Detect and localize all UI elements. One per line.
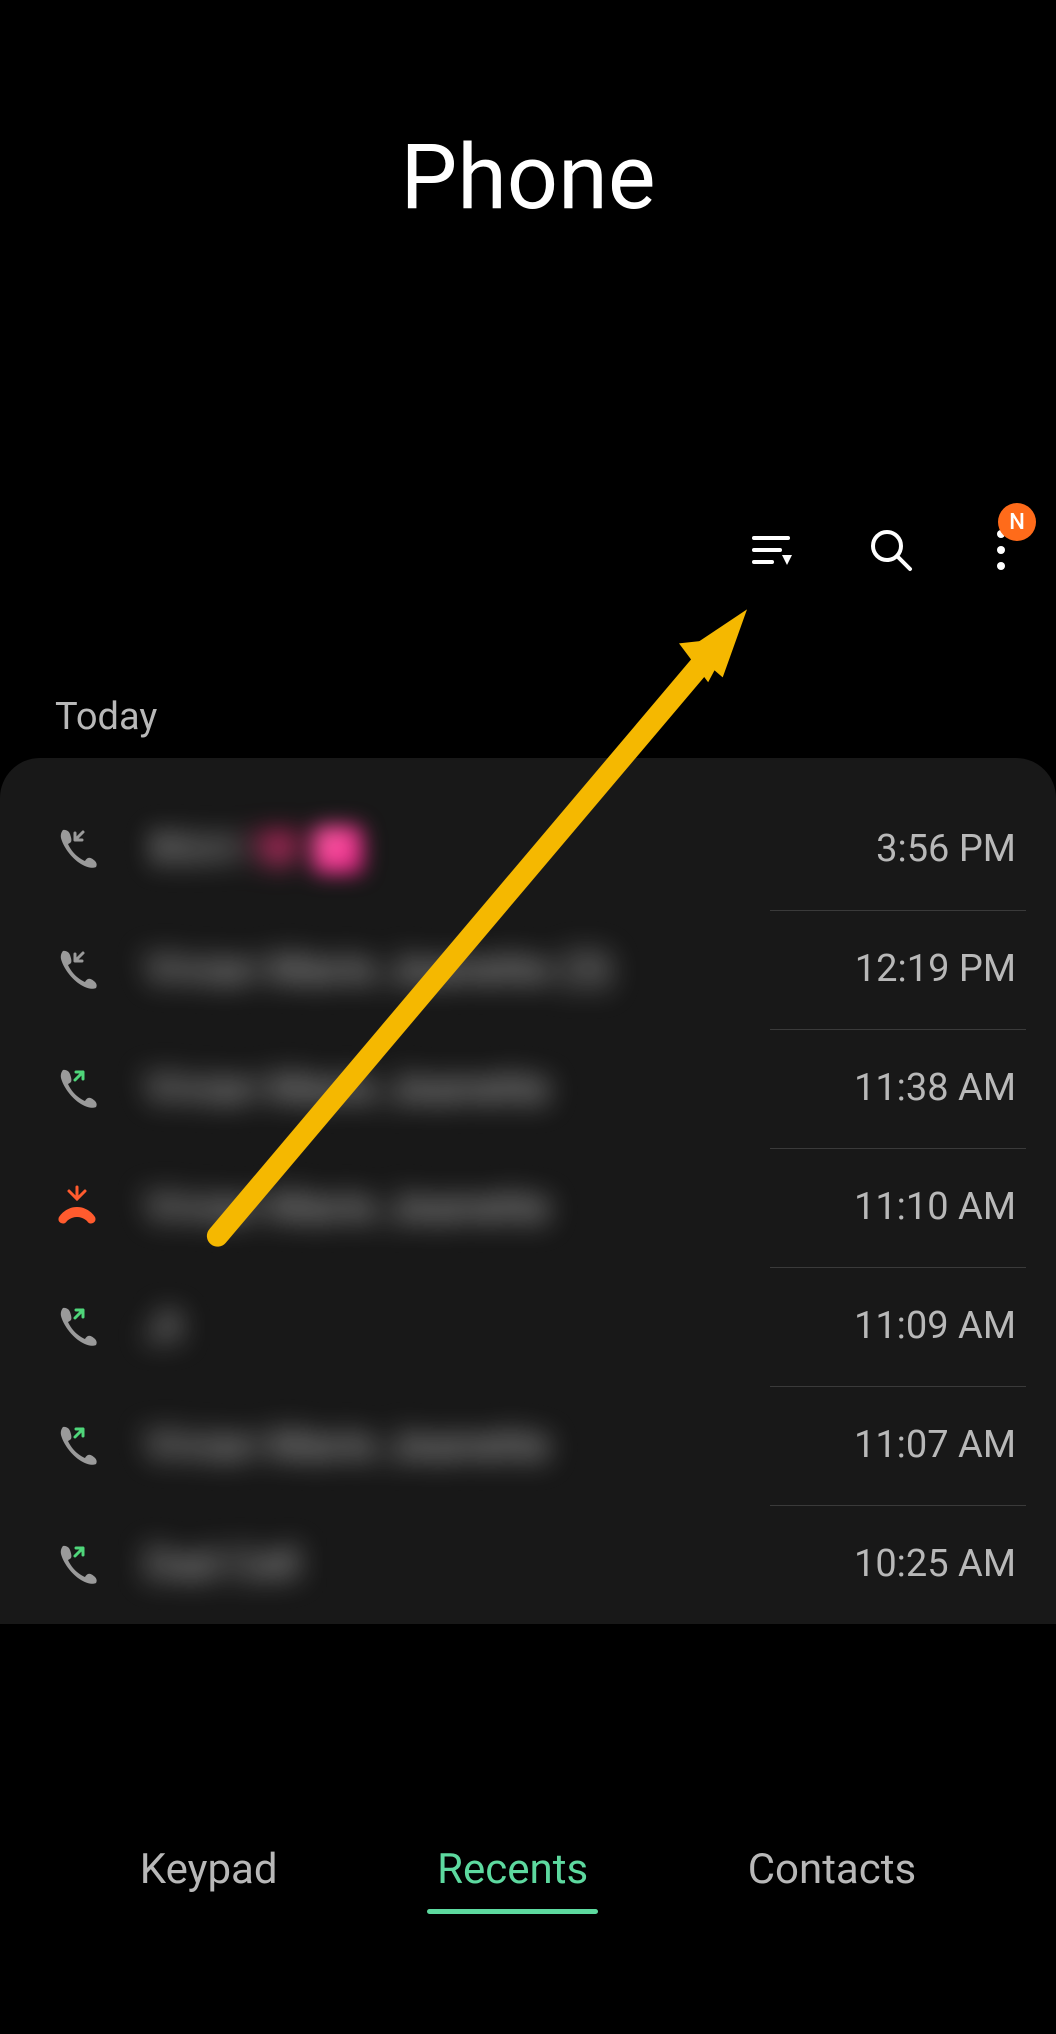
call-log-list: Mom 💗 3:56 PM Vivian Marie Jeanette (3) … — [0, 758, 1056, 1624]
call-log-item[interactable]: Mom 💗 3:56 PM — [0, 788, 1056, 910]
outgoing-call-icon — [55, 1542, 100, 1587]
tab-contacts[interactable]: Contacts — [738, 1830, 926, 1909]
outgoing-call-icon — [55, 1066, 100, 1111]
call-log-item[interactable]: Vivian Marie Jeanette 11:07 AM — [0, 1386, 1056, 1505]
call-time: 11:38 AM — [854, 1066, 1016, 1110]
more-menu-icon[interactable]: N — [986, 525, 1016, 575]
call-log-item[interactable]: Jt 11:09 AM — [0, 1267, 1056, 1386]
call-contact-name: Vivian Marie Jeanette — [145, 1183, 834, 1232]
call-log-item[interactable]: Vivian Marie Jeanette (3) 12:19 PM — [0, 910, 1056, 1029]
call-log-item[interactable]: Dad Cell 10:25 AM — [0, 1505, 1056, 1624]
bottom-navigation: Keypad Recents Contacts — [0, 1800, 1056, 1939]
call-time: 11:09 AM — [854, 1304, 1016, 1348]
tab-keypad[interactable]: Keypad — [130, 1830, 288, 1909]
tab-recents[interactable]: Recents — [427, 1830, 598, 1909]
call-contact-name: Jt — [145, 1302, 834, 1351]
call-contact-name: Dad Cell — [145, 1540, 834, 1589]
call-contact-name: Vivian Marie Jeanette — [145, 1421, 834, 1470]
call-contact-name: Mom 💗 — [145, 823, 856, 875]
call-log-item[interactable]: Vivian Marie Jeanette 11:10 AM — [0, 1148, 1056, 1267]
call-time: 3:56 PM — [876, 827, 1016, 871]
call-time: 12:19 PM — [855, 947, 1016, 991]
page-title: Phone — [0, 125, 1056, 230]
call-time: 10:25 AM — [854, 1542, 1016, 1586]
outgoing-call-icon — [55, 1423, 100, 1468]
notification-badge: N — [998, 503, 1036, 541]
search-icon[interactable] — [866, 525, 916, 575]
incoming-call-icon — [55, 826, 100, 871]
toolbar: N — [746, 525, 1016, 575]
missed-call-icon — [55, 1185, 100, 1230]
outgoing-call-icon — [55, 1304, 100, 1349]
call-log-item[interactable]: Vivian Marie Jeanette 11:38 AM — [0, 1029, 1056, 1148]
call-time: 11:10 AM — [854, 1185, 1016, 1229]
filter-icon[interactable] — [746, 525, 796, 575]
incoming-call-icon — [55, 947, 100, 992]
call-contact-name: Vivian Marie Jeanette — [145, 1064, 834, 1113]
call-contact-name: Vivian Marie Jeanette (3) — [145, 945, 835, 994]
section-header-today: Today — [55, 695, 157, 739]
call-time: 11:07 AM — [854, 1423, 1016, 1467]
